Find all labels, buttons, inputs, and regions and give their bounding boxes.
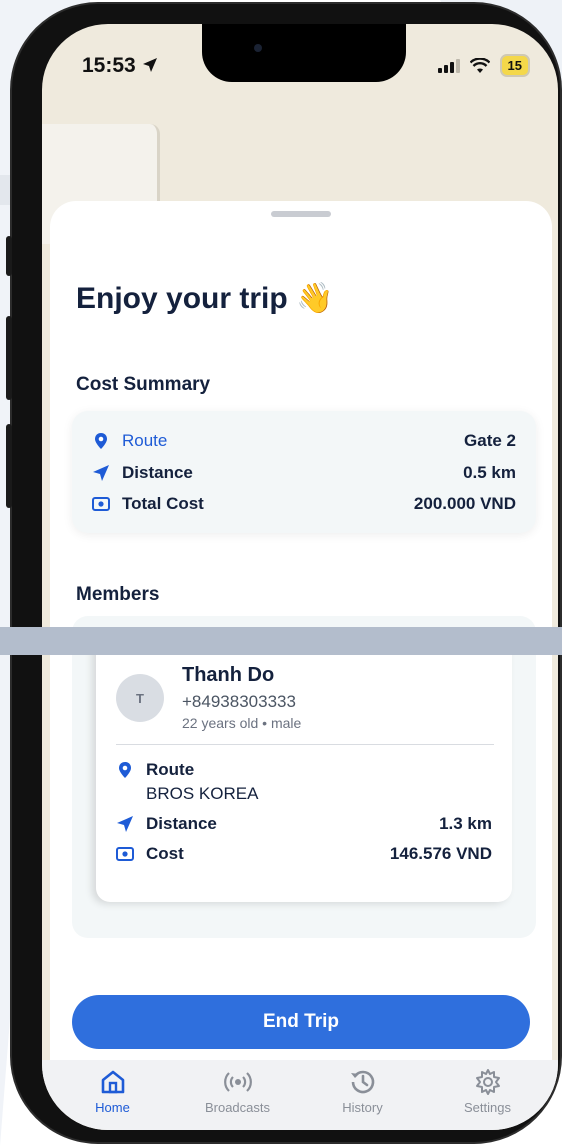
avatar: T: [116, 674, 164, 722]
members-list: T Thanh Do +84938303333 22 years old • m…: [72, 616, 536, 938]
wifi-icon: [469, 57, 490, 73]
notch: [202, 24, 406, 82]
members-heading: Members: [76, 584, 160, 605]
sheet-drag-handle[interactable]: [271, 211, 331, 217]
map-pin-icon: [95, 433, 107, 449]
cost-distance-row: Distance 0.5 km: [92, 463, 516, 483]
home-icon: [101, 1070, 124, 1094]
battery-indicator: 15: [499, 54, 530, 77]
divider: [116, 744, 494, 745]
volume-down-button: [6, 424, 12, 508]
cost-route-row: Route Gate 2: [92, 431, 516, 451]
member-route-row: Route: [116, 760, 492, 780]
volume-up-button: [6, 316, 12, 400]
overlay-band: [0, 627, 562, 655]
tab-broadcasts[interactable]: Broadcasts: [183, 1060, 293, 1130]
cost-total-row: Total Cost 200.000 VND: [92, 494, 516, 514]
navigation-arrow-icon: [117, 816, 133, 832]
member-name: Thanh Do: [182, 664, 275, 686]
bottom-tab-bar: Home Broadcasts History Settings: [42, 1060, 558, 1130]
member-distance-row: Distance 1.3 km: [116, 814, 492, 834]
history-icon: [350, 1070, 374, 1094]
tab-history[interactable]: History: [308, 1060, 418, 1130]
member-meta: 22 years old • male: [182, 715, 302, 731]
time-text: 15:53: [82, 54, 136, 77]
screen: 15:53 15 Enjoy your trip 👋 Cost Summary …: [42, 24, 558, 1130]
navigation-arrow-icon: [93, 465, 109, 481]
waving-hand-icon: 👋: [296, 282, 334, 315]
cost-summary-heading: Cost Summary: [76, 374, 211, 395]
money-icon: [92, 497, 110, 511]
broadcast-icon: [223, 1072, 252, 1092]
cost-summary-card: Route Gate 2 Distance 0.5 km Total Cost: [72, 411, 536, 533]
member-cost-row: Cost 146.576 VND: [116, 844, 492, 864]
phone-frame: 15:53 15 Enjoy your trip 👋 Cost Summary …: [6, 4, 560, 1142]
gear-icon: [475, 1069, 500, 1095]
member-card[interactable]: T Thanh Do +84938303333 22 years old • m…: [96, 634, 512, 902]
status-time: 15:53: [82, 54, 158, 78]
tab-home[interactable]: Home: [58, 1060, 168, 1130]
signal-icon: [437, 58, 460, 73]
tab-settings[interactable]: Settings: [433, 1060, 543, 1130]
page-title: Enjoy your trip 👋: [76, 282, 334, 315]
side-button: [6, 236, 12, 276]
location-arrow-icon: [142, 58, 157, 72]
end-trip-button[interactable]: End Trip: [72, 995, 530, 1049]
status-indicators: 15: [437, 54, 530, 77]
map-pin-icon: [119, 762, 131, 778]
money-icon: [116, 847, 134, 861]
member-phone: +84938303333: [182, 692, 296, 711]
member-route-value: BROS KOREA: [146, 784, 259, 803]
